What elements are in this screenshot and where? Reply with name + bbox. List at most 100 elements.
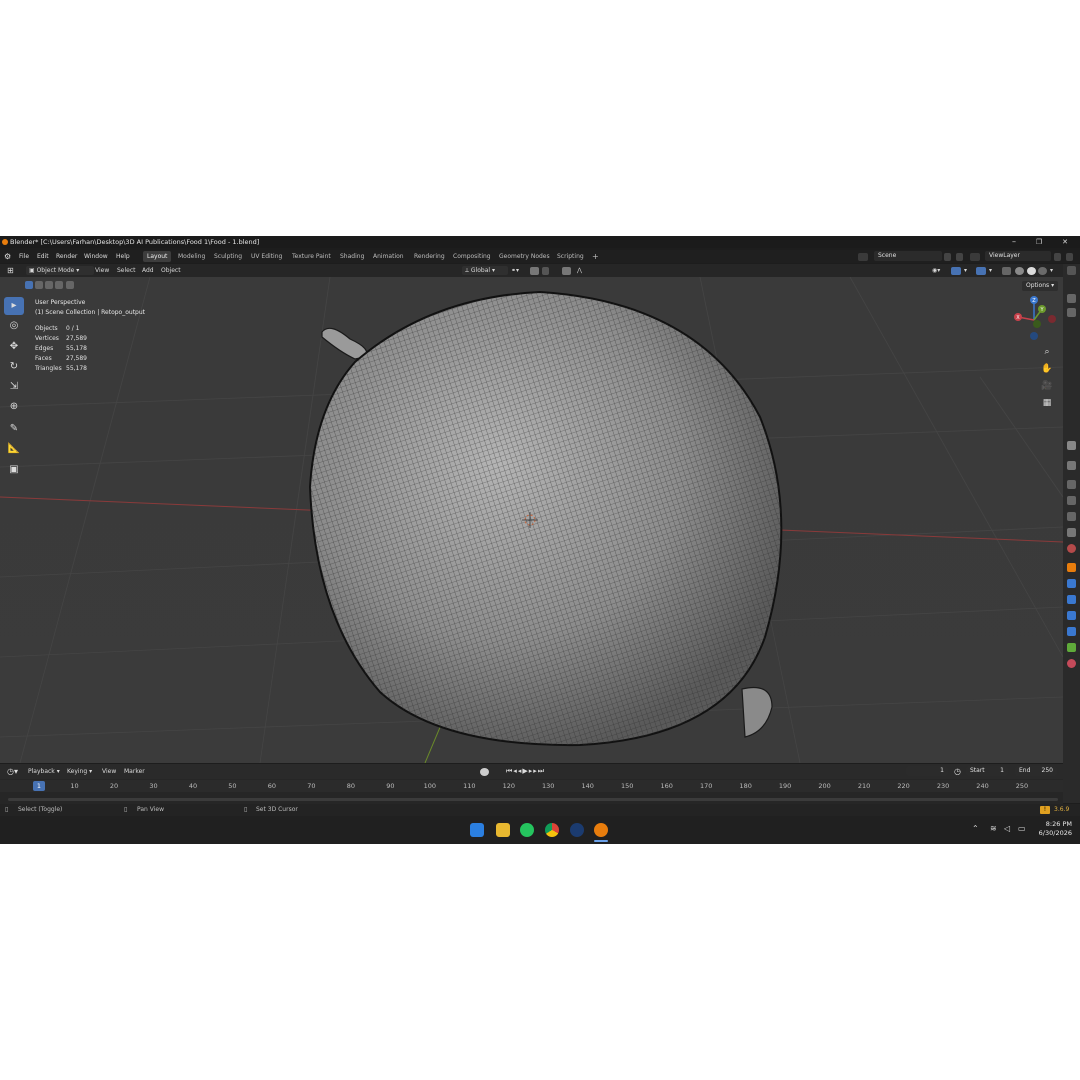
overlay-dropdown-icon[interactable]: ▾ bbox=[986, 266, 995, 275]
maximize-button[interactable]: ❐ bbox=[1030, 236, 1048, 248]
add-cube-tool-icon[interactable]: ▣ bbox=[4, 461, 24, 479]
tray-chevron-icon[interactable]: ⌃ bbox=[972, 824, 979, 833]
record-icon[interactable] bbox=[480, 768, 489, 776]
timeline-scrollbar[interactable] bbox=[8, 798, 1058, 801]
ortho-grid-icon[interactable]: ▦ bbox=[1040, 396, 1054, 410]
overlay-toggle-icon[interactable] bbox=[976, 267, 986, 275]
transform-tool-icon[interactable]: ⊕ bbox=[4, 398, 24, 416]
annotate-tool-icon[interactable]: ✎ bbox=[4, 420, 24, 438]
playback-controls[interactable]: ⏮◂◂▶▸▸⏭ bbox=[503, 767, 548, 776]
retopo-mesh-object[interactable] bbox=[308, 290, 783, 747]
scene-selector-icon[interactable] bbox=[858, 253, 868, 261]
timeline-editor-type-icon[interactable]: ◷▾ bbox=[4, 767, 21, 776]
blender-icon[interactable] bbox=[594, 823, 608, 837]
select-intersect-icon[interactable] bbox=[66, 281, 74, 289]
material-icon[interactable] bbox=[1067, 659, 1076, 668]
new-view-layer-icon[interactable] bbox=[1054, 253, 1061, 261]
material-shading-icon[interactable] bbox=[1038, 267, 1047, 275]
tab-compositing[interactable]: Compositing bbox=[449, 251, 495, 262]
pan-hand-icon[interactable]: ✋ bbox=[1040, 362, 1054, 376]
wireframe-shading-icon[interactable] bbox=[1015, 267, 1024, 275]
new-scene-icon[interactable] bbox=[944, 253, 951, 261]
xray-icon[interactable] bbox=[1002, 267, 1011, 275]
render-camera-icon[interactable] bbox=[1067, 294, 1076, 303]
tool-settings-icon[interactable] bbox=[1067, 461, 1076, 470]
file-explorer-icon[interactable] bbox=[496, 823, 510, 837]
chrome-icon[interactable] bbox=[545, 823, 559, 837]
zoom-icon[interactable]: ⌕ bbox=[1040, 345, 1054, 359]
clock[interactable]: 8:26 PM 6/30/2026 bbox=[1039, 820, 1072, 838]
proportional-edit-icon[interactable] bbox=[562, 267, 571, 275]
blender-menu-icon[interactable]: ⚙ bbox=[4, 250, 11, 263]
3d-viewport[interactable]: ▸ ◎ ✥ ↻ ⇲ ⊕ ✎ 📐 ▣ User Perspective (1) S… bbox=[0, 277, 1063, 763]
scene-props-icon[interactable] bbox=[1067, 528, 1076, 537]
tab-layout[interactable]: Layout bbox=[143, 251, 172, 262]
view-layer-props-icon[interactable] bbox=[1067, 512, 1076, 521]
start-frame-field[interactable]: Start 1 bbox=[966, 766, 1008, 776]
menu-edit[interactable]: Edit bbox=[37, 250, 49, 263]
current-frame-indicator[interactable]: 1 bbox=[33, 781, 45, 791]
rotate-tool-icon[interactable]: ↻ bbox=[4, 358, 24, 376]
battery-icon[interactable]: ▭ bbox=[1018, 824, 1026, 833]
menu-render[interactable]: Render bbox=[56, 250, 77, 263]
current-frame-field[interactable]: 1 bbox=[906, 766, 948, 776]
end-frame-field[interactable]: End 250 bbox=[1015, 766, 1057, 776]
object-props-icon[interactable] bbox=[1067, 563, 1076, 572]
snap-icon[interactable] bbox=[530, 267, 539, 275]
tab-scripting[interactable]: Scripting bbox=[553, 251, 588, 262]
tab-sculpting[interactable]: Sculpting bbox=[210, 251, 246, 262]
transform-orientation-dropdown[interactable]: ⟂ Global ▾ bbox=[462, 266, 508, 275]
volume-icon[interactable]: ◁ bbox=[1004, 824, 1010, 833]
scale-tool-icon[interactable]: ⇲ bbox=[4, 378, 24, 396]
render-props-icon[interactable] bbox=[1067, 480, 1076, 489]
world-props-icon[interactable] bbox=[1067, 544, 1076, 553]
tab-uv-editing[interactable]: UV Editing bbox=[247, 251, 286, 262]
steam-icon[interactable] bbox=[570, 823, 584, 837]
menu-keying[interactable]: Keying ▾ bbox=[64, 767, 95, 776]
physics-icon[interactable] bbox=[1067, 611, 1076, 620]
warning-icon[interactable]: ! bbox=[1040, 806, 1050, 814]
wifi-icon[interactable]: ≋ bbox=[990, 824, 997, 833]
options-dropdown[interactable]: Options ▾ bbox=[1022, 281, 1058, 291]
tab-texture-paint[interactable]: Texture Paint bbox=[288, 251, 335, 262]
add-workspace-button[interactable]: + bbox=[588, 251, 603, 262]
view-layer-icon[interactable] bbox=[970, 253, 980, 261]
particles-icon[interactable] bbox=[1067, 595, 1076, 604]
tab-animation[interactable]: Animation bbox=[369, 251, 408, 262]
tab-rendering[interactable]: Rendering bbox=[410, 251, 449, 262]
tab-geometry-nodes[interactable]: Geometry Nodes bbox=[495, 251, 554, 262]
image-icon[interactable] bbox=[1067, 308, 1076, 317]
select-invert-icon[interactable] bbox=[55, 281, 63, 289]
shading-dropdown-icon[interactable]: ▾ bbox=[1047, 266, 1056, 275]
tab-shading[interactable]: Shading bbox=[336, 251, 368, 262]
editor-type-icon[interactable]: ⊞ bbox=[4, 266, 17, 275]
mesh-data-icon[interactable] bbox=[1067, 643, 1076, 652]
whatsapp-icon[interactable] bbox=[520, 823, 534, 837]
menu-window[interactable]: Window bbox=[84, 250, 108, 263]
constraints-icon[interactable] bbox=[1067, 627, 1076, 636]
menu-add[interactable]: Add bbox=[139, 266, 157, 275]
windows-start-icon[interactable] bbox=[470, 823, 484, 837]
visibility-icon[interactable]: ◉▾ bbox=[929, 266, 943, 275]
select-subtract-icon[interactable] bbox=[45, 281, 53, 289]
menu-timeline-view[interactable]: View bbox=[99, 767, 119, 776]
menu-select[interactable]: Select bbox=[114, 266, 139, 275]
menu-help[interactable]: Help bbox=[116, 250, 130, 263]
mode-dropdown[interactable]: ▣ Object Mode ▾ bbox=[26, 266, 94, 275]
view-layer-field[interactable]: ViewLayer bbox=[985, 251, 1051, 261]
falloff-icon[interactable]: ⋀ bbox=[574, 266, 585, 275]
camera-view-icon[interactable]: 🎥 bbox=[1040, 379, 1054, 393]
output-props-icon[interactable] bbox=[1067, 496, 1076, 505]
gizmo-dropdown-icon[interactable]: ▾ bbox=[961, 266, 970, 275]
select-box-tool-icon[interactable]: ▸ bbox=[4, 297, 24, 315]
select-extend-icon[interactable] bbox=[35, 281, 43, 289]
pivot-point-icon[interactable]: ⚭▾ bbox=[508, 266, 522, 275]
menu-view[interactable]: View bbox=[92, 266, 112, 275]
menu-marker[interactable]: Marker bbox=[121, 767, 148, 776]
scene-field[interactable]: Scene bbox=[874, 251, 942, 261]
outliner-filter-icon[interactable] bbox=[1067, 266, 1076, 275]
move-tool-icon[interactable]: ✥ bbox=[4, 338, 24, 356]
minimize-button[interactable]: – bbox=[1005, 236, 1023, 248]
close-button[interactable]: ✕ bbox=[1056, 236, 1074, 248]
select-new-icon[interactable] bbox=[25, 281, 33, 289]
